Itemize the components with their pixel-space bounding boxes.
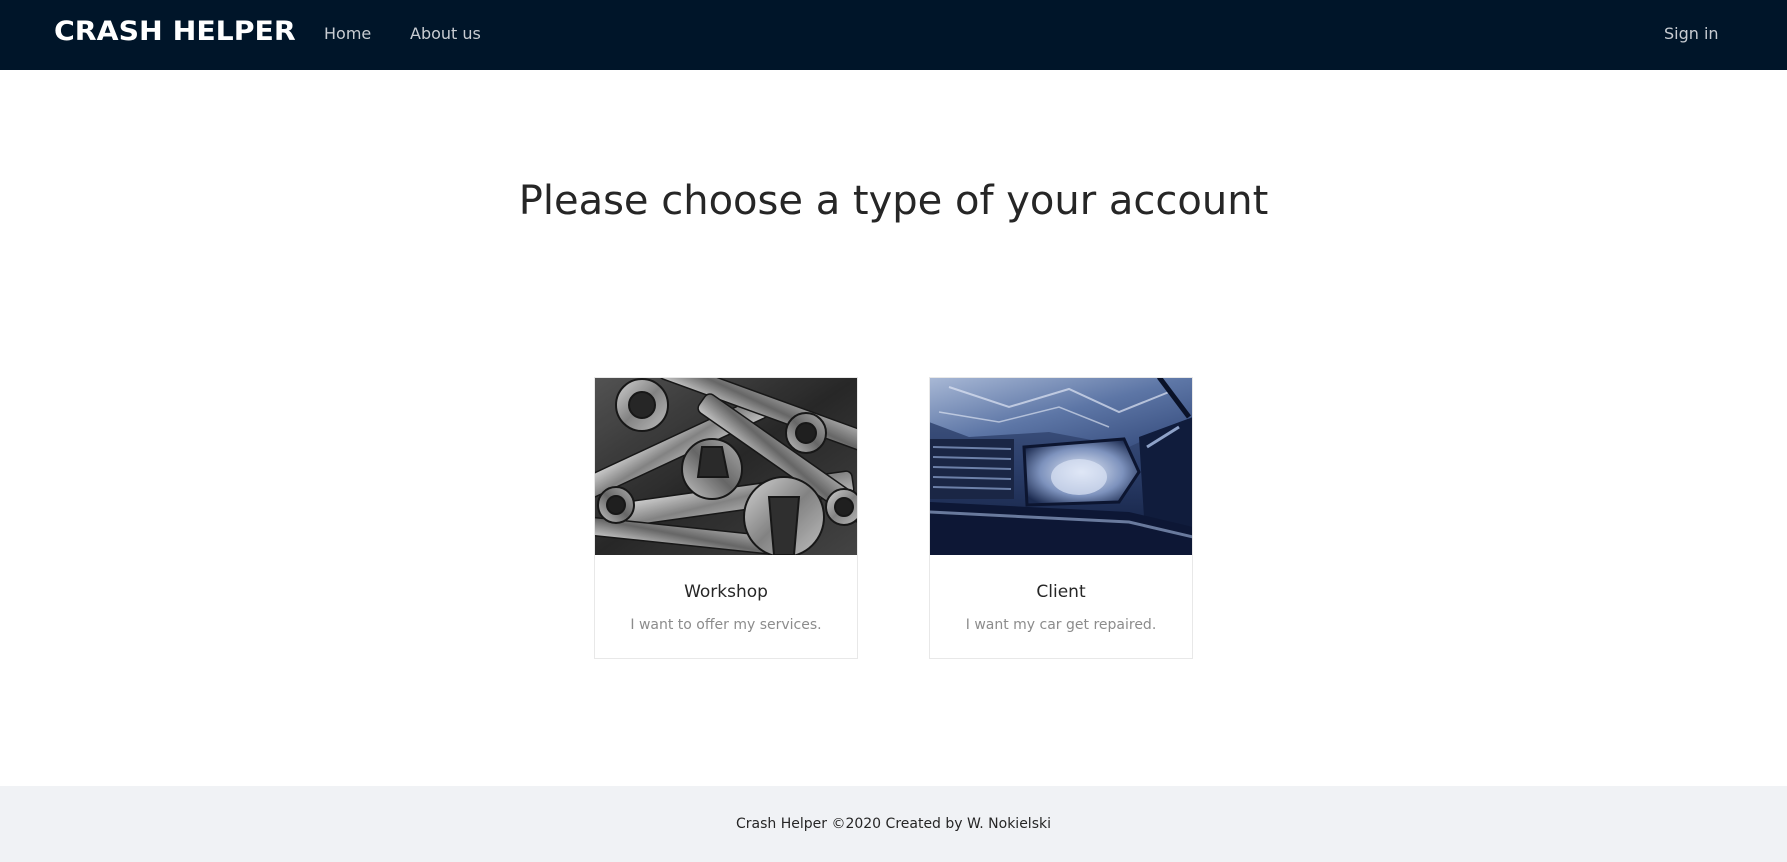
workshop-card-title: Workshop <box>684 582 768 602</box>
sign-in-link[interactable]: Sign in <box>1664 24 1719 43</box>
nav-link-about-us[interactable]: About us <box>410 24 481 43</box>
workshop-account-card[interactable]: Workshop I want to offer my services. <box>594 377 858 659</box>
wrenches-photo-icon <box>595 378 857 555</box>
page-footer: Crash Helper ©2020 Created by W. Nokiels… <box>0 786 1787 862</box>
client-account-card[interactable]: Client I want my car get repaired. <box>929 377 1193 659</box>
damaged-car-photo-icon <box>930 378 1192 555</box>
client-card-title: Client <box>1036 582 1086 602</box>
brand-logo[interactable]: CRASH HELPER <box>54 16 296 47</box>
nav-link-home[interactable]: Home <box>324 24 371 43</box>
workshop-card-description: I want to offer my services. <box>630 617 822 633</box>
client-card-description: I want my car get repaired. <box>965 617 1157 633</box>
page-title: Please choose a type of your account <box>518 178 1269 224</box>
footer-copyright: Crash Helper ©2020 Created by W. Nokiels… <box>736 816 1051 832</box>
top-navbar: CRASH HELPER Home About us Sign in <box>0 0 1787 70</box>
